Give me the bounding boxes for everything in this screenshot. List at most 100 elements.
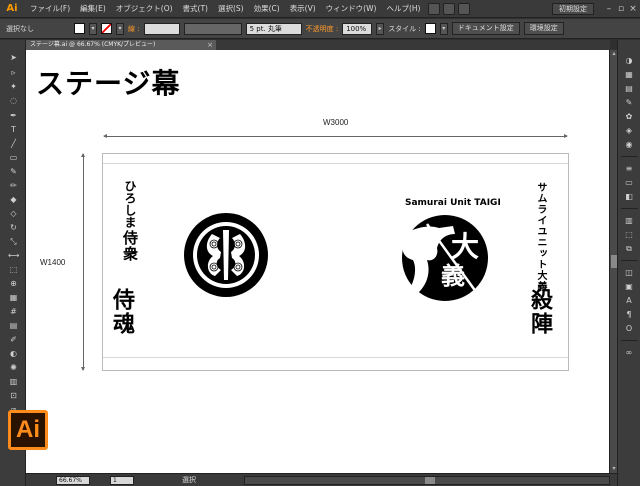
scale-tool-icon[interactable]: ⤡	[8, 236, 19, 247]
right-subtitle-katakana[interactable]: サムライユニット大義	[535, 182, 546, 292]
height-dimension-arrow[interactable]	[81, 153, 85, 371]
menu-view[interactable]: 表示(V)	[285, 3, 321, 14]
brushes-panel-icon[interactable]: ✎	[623, 98, 635, 108]
stroke-weight-field[interactable]	[143, 22, 180, 35]
appearance-panel-icon[interactable]: ◉	[623, 140, 635, 150]
blob-brush-tool-icon[interactable]: ◆	[8, 194, 19, 205]
opacity-dropdown-icon[interactable]: ▸	[376, 22, 385, 35]
brush-tool-icon[interactable]: ✎	[8, 166, 19, 177]
pathfinder-panel-icon[interactable]: ⧉	[623, 244, 635, 254]
column-graph-tool-icon[interactable]: ▥	[8, 376, 19, 387]
height-dimension-label[interactable]: W1400	[40, 258, 65, 267]
artboards-panel-icon[interactable]: ▣	[623, 282, 635, 292]
menu-type[interactable]: 書式(T)	[178, 3, 213, 14]
stroke-dropdown-icon[interactable]: ▾	[116, 22, 124, 35]
close-icon[interactable]: ×	[628, 4, 638, 14]
shape-builder-tool-icon[interactable]: ⊕	[8, 278, 19, 289]
arrange-documents-button[interactable]	[443, 2, 456, 15]
zoom-level-field[interactable]: 66.67%	[56, 476, 90, 485]
pencil-tool-icon[interactable]: ✏	[8, 180, 19, 191]
color-guide-icon[interactable]: ▦	[623, 70, 635, 80]
artboard-number-field[interactable]: 1	[110, 476, 134, 485]
character-panel-icon[interactable]: A	[623, 296, 635, 306]
pen-tool-icon[interactable]: ✒	[8, 110, 19, 121]
menu-help[interactable]: ヘルプ(H)	[381, 3, 425, 14]
bridge-button[interactable]	[428, 2, 441, 15]
horizontal-scrollbar[interactable]	[244, 476, 610, 485]
type-tool-icon[interactable]: T	[8, 124, 19, 135]
stroke-panel-icon[interactable]: ≡	[623, 164, 635, 174]
brush-definition-field[interactable]: 5 pt. 丸筆	[245, 22, 302, 35]
fill-swatch[interactable]	[74, 23, 85, 34]
paragraph-panel-icon[interactable]: ¶	[623, 310, 635, 320]
menu-select[interactable]: 選択(S)	[213, 3, 249, 14]
left-subtitle-group[interactable]: 侍衆	[121, 230, 139, 262]
mesh-tool-icon[interactable]: #	[8, 306, 19, 317]
stroke-label[interactable]: 線 :	[128, 24, 140, 34]
close-tab-icon[interactable]: ×	[207, 40, 213, 50]
right-main-calligraphy[interactable]: 殺陣	[527, 288, 553, 336]
align-panel-icon[interactable]: ▥	[623, 216, 635, 226]
workspace-switcher[interactable]: 初期設定	[552, 3, 594, 15]
width-dimension-label[interactable]: W3000	[323, 118, 348, 127]
samurai-silhouette-emblem[interactable]: 大 義	[393, 210, 493, 306]
fill-dropdown-icon[interactable]: ▾	[89, 22, 97, 35]
gradient-panel-icon[interactable]: ▭	[623, 178, 635, 188]
document-tab[interactable]: ステージ幕.ai @ 66.67% (CMYK/プレビュー) ×	[26, 40, 216, 50]
eraser-tool-icon[interactable]: ◇	[8, 208, 19, 219]
opacity-field[interactable]: 100%	[342, 22, 373, 35]
document-setup-button[interactable]: ドキュメント設定	[451, 22, 520, 35]
scroll-up-icon[interactable]: ▴	[610, 50, 618, 58]
menu-object[interactable]: オブジェクト(O)	[111, 3, 178, 14]
opentype-panel-icon[interactable]: O	[623, 324, 635, 334]
opacity-label[interactable]: 不透明度 :	[306, 24, 339, 34]
menu-window[interactable]: ウィンドウ(W)	[321, 3, 382, 14]
swatches-panel-icon[interactable]: ▤	[623, 84, 635, 94]
selection-tool-icon[interactable]: ➤	[8, 52, 19, 63]
graphic-styles-icon[interactable]: ◈	[623, 126, 635, 136]
artboard-tool-icon[interactable]: ⊡	[8, 390, 19, 401]
links-panel-icon[interactable]: ∞	[623, 348, 635, 358]
magic-wand-tool-icon[interactable]: ✦	[8, 81, 19, 92]
symbols-panel-icon[interactable]: ✿	[623, 112, 635, 122]
menu-file[interactable]: ファイル(F)	[25, 3, 75, 14]
layers-panel-icon[interactable]: ◫	[623, 268, 635, 278]
menu-effect[interactable]: 効果(C)	[249, 3, 285, 14]
headline-text[interactable]: ステージ幕	[36, 62, 180, 102]
width-dimension-arrow[interactable]	[103, 134, 568, 138]
width-tool-icon[interactable]: ⟷	[8, 250, 19, 261]
free-transform-tool-icon[interactable]: ⬚	[8, 264, 19, 275]
maximize-icon[interactable]: ▫	[616, 4, 626, 14]
lasso-tool-icon[interactable]: ◌	[8, 95, 19, 106]
status-text[interactable]: 選択	[182, 475, 196, 485]
rectangle-tool-icon[interactable]: ▭	[8, 152, 19, 163]
left-subtitle-hiroshima[interactable]: ひろしま	[123, 180, 137, 228]
vertical-scroll-thumb[interactable]	[611, 255, 617, 268]
preferences-button[interactable]: 環境設定	[523, 22, 564, 35]
screen-mode-button[interactable]	[458, 2, 471, 15]
style-swatch[interactable]	[424, 23, 436, 34]
perspective-grid-tool-icon[interactable]: ▦	[8, 292, 19, 303]
gradient-tool-icon[interactable]: ▤	[8, 320, 19, 331]
vertical-scrollbar[interactable]: ▴ ▾	[609, 50, 617, 473]
horizontal-scroll-thumb[interactable]	[425, 477, 435, 484]
stroke-swatch[interactable]	[101, 23, 112, 34]
left-main-calligraphy[interactable]: 侍魂	[109, 288, 135, 336]
team-name-title[interactable]: Samurai Unit TAIGI	[405, 198, 501, 208]
scroll-down-icon[interactable]: ▾	[610, 465, 618, 473]
eyedropper-tool-icon[interactable]: ✐	[8, 334, 19, 345]
variable-width-field[interactable]	[183, 22, 242, 35]
menu-edit[interactable]: 編集(E)	[75, 3, 111, 14]
minimize-icon[interactable]: –	[604, 4, 614, 14]
style-dropdown-icon[interactable]: ▾	[439, 22, 448, 35]
color-panel-icon[interactable]: ◑	[623, 56, 635, 66]
symbol-sprayer-tool-icon[interactable]: ✺	[8, 362, 19, 373]
family-crest-icon[interactable]	[183, 212, 269, 298]
rotate-tool-icon[interactable]: ↻	[8, 222, 19, 233]
blend-tool-icon[interactable]: ◐	[8, 348, 19, 359]
stage-curtain-banner[interactable]: ひろしま 侍衆 侍魂 Samurai Unit TAIGI 大 義 サムライユニ…	[102, 153, 569, 371]
transparency-panel-icon[interactable]: ◧	[623, 192, 635, 202]
line-tool-icon[interactable]: ╱	[8, 138, 19, 149]
direct-selection-tool-icon[interactable]: ▹	[8, 67, 19, 78]
transform-panel-icon[interactable]: ⬚	[623, 230, 635, 240]
